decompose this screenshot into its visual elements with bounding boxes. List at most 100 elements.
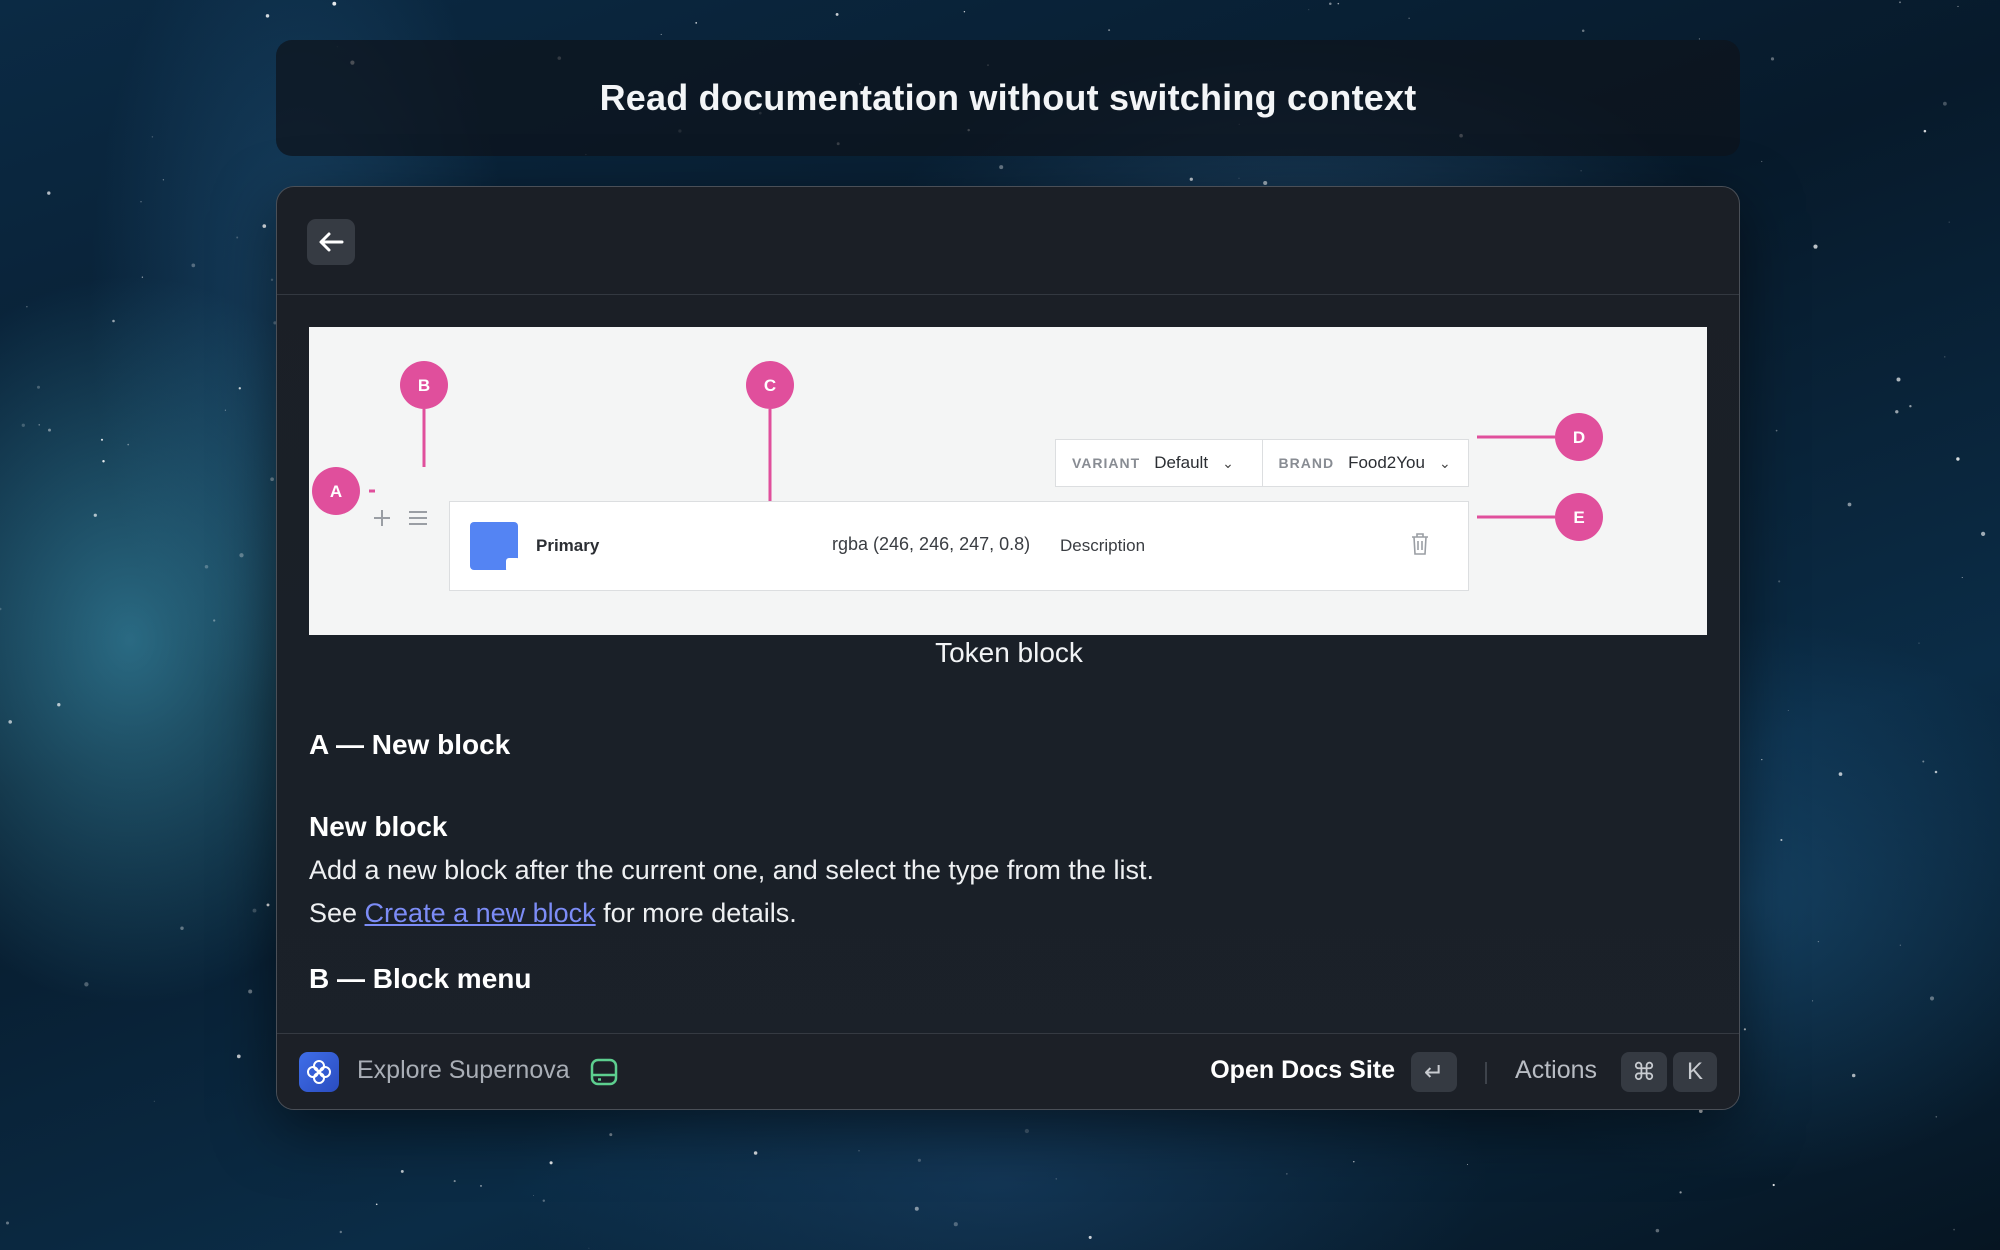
arrow-left-icon [319,232,344,252]
star [549,1161,553,1165]
paragraph-line-2: See Create a new block for more details. [309,892,1154,935]
star [1817,940,1820,943]
star [151,136,154,138]
star [239,553,244,558]
star [224,409,226,411]
headline-banner: Read documentation without switching con… [276,40,1740,156]
star [1899,944,1901,946]
variant-label: VARIANT [1072,455,1141,471]
star [1761,758,1763,761]
star [162,179,165,181]
token-row: Primary rgba (246, 246, 247, 0.8) Descri… [449,501,1469,591]
star [47,191,51,195]
plus-icon [374,510,390,526]
docs-window: A B C D E VARIANT Default ⌄ BRAND Food2Y… [276,186,1740,1110]
star [1580,170,1582,172]
token-name: Primary [536,536,600,555]
create-new-block-link[interactable]: Create a new block [365,898,596,928]
token-value: rgba (246, 246, 247, 0.8) [832,534,1031,554]
brand-value: Food2You [1348,453,1425,472]
open-docs-site-button[interactable]: Open Docs Site [1210,1056,1395,1085]
star [1308,9,1310,11]
star [191,263,196,268]
star [999,165,1004,170]
window-header [277,187,1739,295]
star [8,720,12,724]
star [1929,996,1935,1001]
variant-brand-selector: VARIANT Default ⌄ BRAND Food2You ⌄ [1055,439,1469,487]
trash-icon [1412,533,1428,555]
star [542,1199,545,1202]
sub-heading: New block [309,811,448,842]
star [1944,356,1946,358]
annotation-marker-d: D [1555,413,1603,461]
star [858,1150,860,1152]
section-heading-b: B — Block menu [309,963,532,994]
star [153,1100,155,1102]
star [1956,457,1960,461]
star [1743,1028,1746,1031]
star [1851,1073,1856,1078]
supernova-logo-icon[interactable] [299,1052,339,1092]
star [1263,180,1268,186]
star [180,926,184,931]
star [1055,1178,1057,1180]
token-description: Description [1060,536,1146,555]
star [1980,531,1986,537]
star [1467,1164,1468,1166]
star [1943,101,1947,106]
headline-text: Read documentation without switching con… [599,77,1417,118]
star [38,424,40,426]
star [93,513,97,517]
star [57,703,61,707]
chevron-down-icon: ⌄ [1222,454,1234,471]
annotation-marker-c: C [746,361,794,409]
actions-button[interactable]: Actions [1515,1056,1597,1085]
star [127,443,130,446]
star [1238,177,1240,179]
after-link-text: for more details. [595,898,797,928]
star [248,989,253,994]
star [0,607,2,611]
star [1812,1000,1814,1002]
star [236,236,239,239]
star [339,1230,342,1234]
star [1813,244,1818,249]
token-block-figure: A B C D E VARIANT Default ⌄ BRAND Food2Y… [309,327,1707,635]
star [1909,405,1912,408]
star [453,1180,456,1183]
variant-value: Default [1154,453,1209,472]
star [1922,760,1925,763]
see-text: See [309,898,365,928]
star [252,908,257,913]
star [400,1169,404,1173]
star [963,11,966,13]
star [1408,17,1410,19]
star [1655,1228,1660,1233]
storage-icon [590,1058,618,1086]
doc-content[interactable]: A B C D E VARIANT Default ⌄ BRAND Food2Y… [277,295,1739,1019]
star [753,1151,758,1155]
star [1899,1,1901,4]
svg-text:E: E [1573,508,1584,527]
app-name: Explore Supernova [357,1056,570,1084]
star [1024,1128,1030,1134]
star [1581,29,1585,32]
flower-icon [307,1060,331,1084]
star [1286,1173,1288,1175]
star [1896,377,1901,382]
back-button[interactable] [307,219,355,265]
star [262,224,267,228]
annotation-marker-b: B [400,361,448,409]
star [1189,177,1193,181]
star [1918,642,1920,644]
brand-label: BRAND [1278,455,1335,471]
command-key-badge: ⌘ [1621,1052,1667,1092]
star [917,1158,921,1162]
star [532,1195,534,1196]
star [1847,502,1852,507]
annotation-marker-a: A [312,467,360,515]
star [1770,57,1775,61]
figma-icon [506,558,520,572]
star [1775,429,1778,432]
